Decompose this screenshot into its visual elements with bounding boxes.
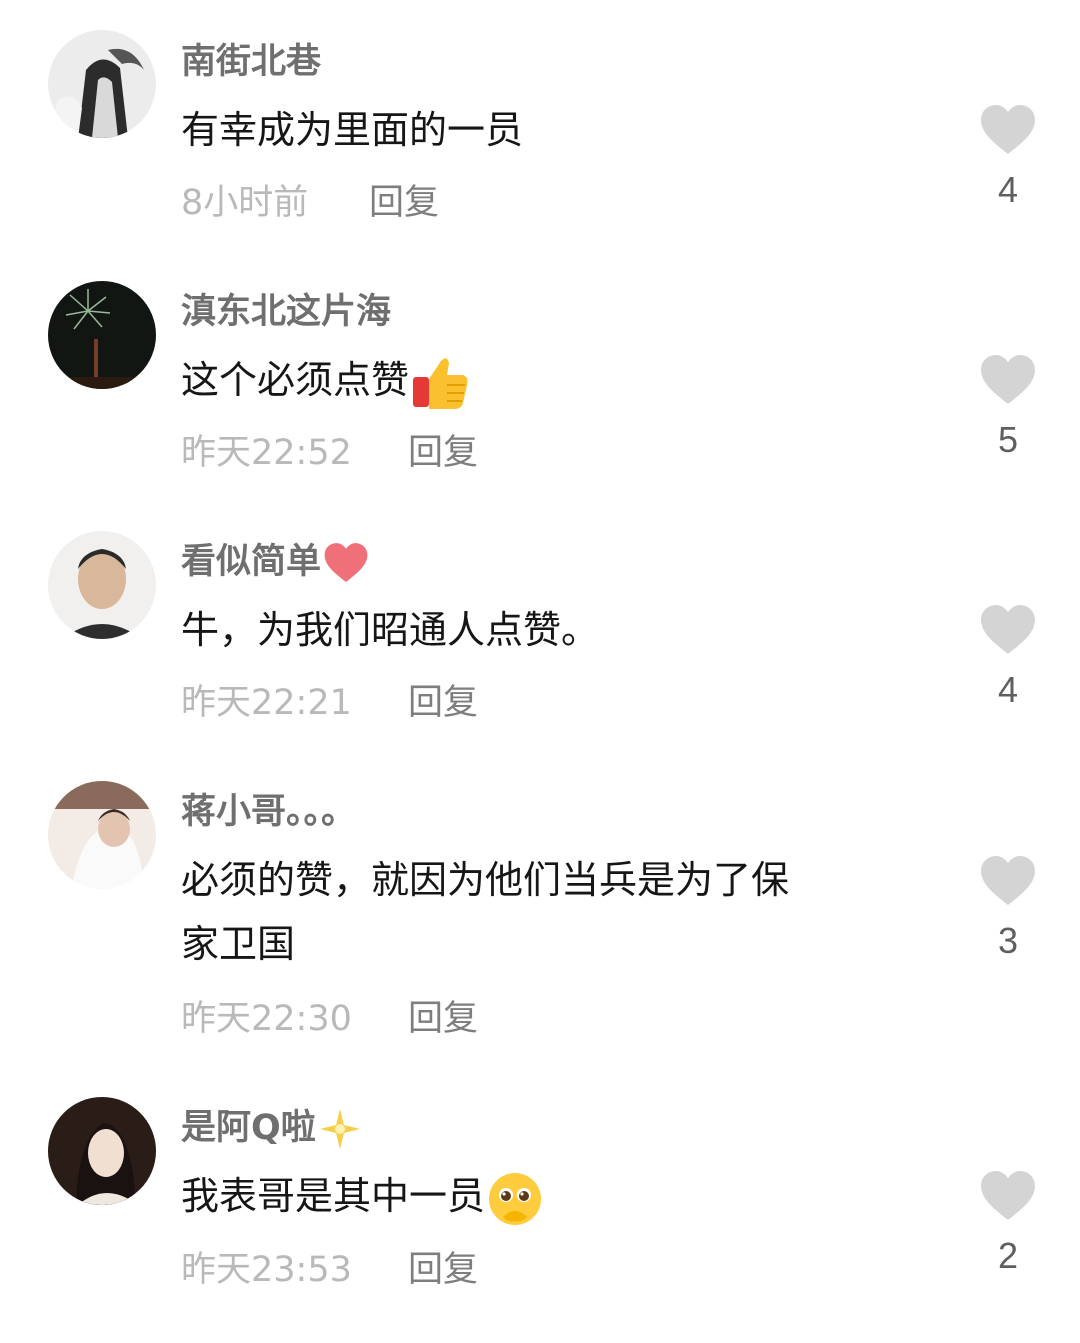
avatar[interactable]	[48, 1097, 156, 1205]
reply-button[interactable]: 回复	[408, 1248, 478, 1292]
like-button[interactable]: 2	[976, 1170, 1040, 1276]
comment-meta: 昨天22:21 回复	[181, 681, 478, 725]
reply-button[interactable]: 回复	[408, 681, 478, 725]
like-button[interactable]: 4	[976, 104, 1040, 210]
like-count: 5	[997, 419, 1019, 460]
heart-icon	[981, 355, 1035, 404]
comment-meta: 昨天22:52 回复	[181, 431, 478, 475]
comment-text: 有幸成为里面的一员	[181, 108, 524, 152]
timestamp: 昨天22:21	[181, 683, 352, 723]
reply-button[interactable]: 回复	[369, 181, 439, 225]
comment-meta: 昨天22:30 回复	[181, 997, 478, 1041]
like-button[interactable]: 5	[976, 354, 1040, 460]
reply-button[interactable]: 回复	[408, 997, 478, 1041]
like-count: 4	[997, 169, 1019, 210]
like-count: 3	[997, 920, 1019, 961]
reply-button[interactable]: 回复	[408, 431, 478, 475]
timestamp: 8小时前	[181, 183, 309, 223]
avatar[interactable]	[48, 781, 156, 889]
like-count: 2	[997, 1235, 1019, 1276]
timestamp: 昨天22:30	[181, 999, 352, 1039]
heart-icon	[981, 1171, 1035, 1220]
username[interactable]: 看似简单	[181, 540, 369, 584]
avatar[interactable]	[48, 30, 156, 138]
comment-text: 我表哥是其中一员	[181, 1164, 921, 1228]
timestamp: 昨天22:52	[181, 433, 352, 473]
red-heart-icon	[324, 543, 368, 583]
avatar[interactable]	[48, 531, 156, 639]
like-count: 4	[997, 669, 1019, 710]
comment-meta: 昨天23:53 回复	[181, 1248, 478, 1292]
heart-icon	[981, 105, 1035, 154]
timestamp: 昨天23:53	[181, 1250, 352, 1290]
thumbs-up-icon	[413, 357, 468, 409]
comment-text: 牛，为我们昭通人点赞。	[181, 608, 600, 652]
pleading-face-icon	[489, 1172, 542, 1225]
username[interactable]: 滇东北这片海	[181, 290, 391, 334]
comment-text: 必须的赞，就因为他们当兵是为了保 家卫国	[181, 858, 790, 966]
sparkle-star-icon	[319, 1109, 360, 1149]
comment-text: 这个必须点赞	[181, 348, 921, 412]
username[interactable]: 南街北巷	[181, 40, 321, 84]
like-button[interactable]: 4	[976, 604, 1040, 710]
like-button[interactable]: 3	[976, 855, 1040, 961]
username[interactable]: 蒋小哥。。。	[181, 790, 356, 834]
heart-icon	[981, 856, 1035, 905]
username[interactable]: 是阿Q啦	[181, 1106, 362, 1151]
heart-icon	[981, 605, 1035, 654]
avatar[interactable]	[48, 281, 156, 389]
comment-meta: 8小时前 回复	[181, 181, 439, 225]
